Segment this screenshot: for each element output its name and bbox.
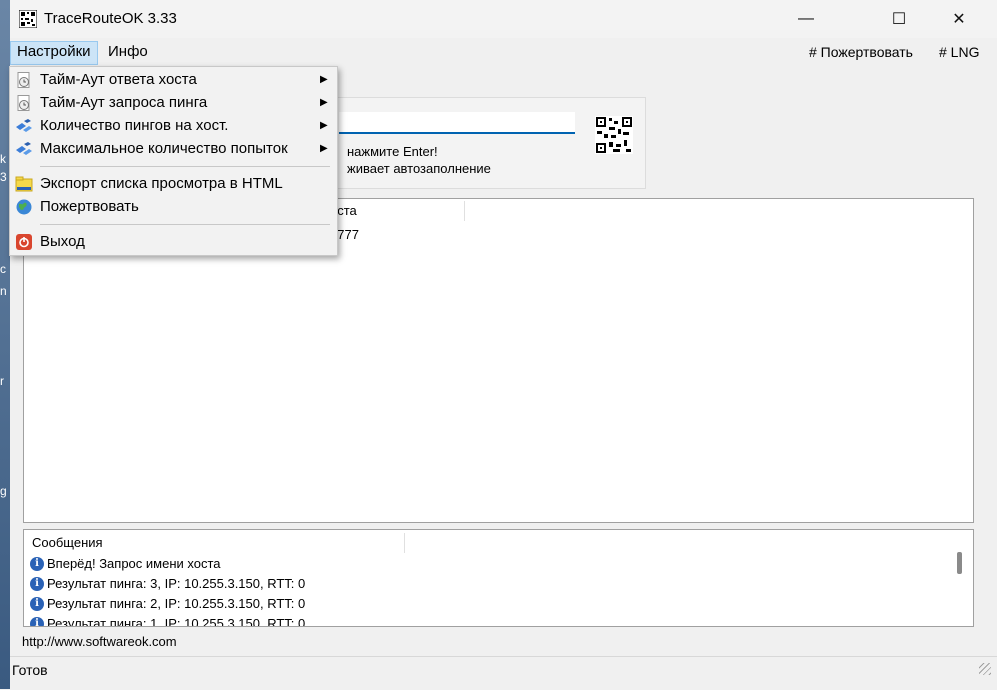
menu-item-pings-per-host[interactable]: Количество пингов на хост. ▶ [10, 115, 337, 137]
info-icon: i [30, 557, 44, 571]
message-text: Результат пинга: 3, IP: 10.255.3.150, RT… [47, 576, 306, 591]
menu-item-label: Пожертвовать [40, 198, 139, 215]
qr-code-icon[interactable] [595, 116, 633, 154]
language-link[interactable]: # LNG [939, 41, 979, 63]
power-icon [16, 234, 32, 250]
status-text: Готов [12, 662, 48, 678]
network-icon [16, 142, 32, 155]
message-text: Результат пинга: 2, IP: 10.255.3.150, RT… [47, 596, 306, 611]
menu-item-label: Тайм-Аут ответа хоста [40, 71, 197, 88]
message-row[interactable]: i Результат пинга: 1, IP: 10.255.3.150, R… [30, 614, 306, 627]
menu-item-host-timeout[interactable]: Тайм-Аут ответа хоста ▶ [10, 69, 337, 91]
info-icon: i [30, 617, 44, 626]
close-icon: ✕ [952, 11, 966, 28]
submenu-arrow-icon: ▶ [320, 74, 328, 85]
menu-item-label: Выход [40, 233, 85, 250]
messages-panel[interactable]: Сообщения i Вперёд! Запрос имени хоста iР… [23, 529, 974, 627]
message-text: Результат пинга: 1, IP: 10.255.3.150, RT… [47, 616, 306, 627]
title-bar[interactable]: TraceRouteOK 3.33 — ☐ ✕ [10, 0, 997, 38]
resize-grip[interactable] [979, 663, 991, 675]
menu-item-label: Количество пингов на хост. [40, 117, 229, 134]
host-input[interactable] [339, 112, 575, 134]
settings-dropdown-menu: Тайм-Аут ответа хоста ▶ Тайм-Аут запроса… [9, 66, 338, 256]
menu-separator [40, 166, 330, 167]
menu-item-label: Экспорт списка просмотра в HTML [40, 175, 283, 192]
submenu-arrow-icon: ▶ [320, 143, 328, 154]
globe-icon [16, 199, 32, 215]
submenu-arrow-icon: ▶ [320, 120, 328, 131]
minimize-button[interactable]: — [783, 0, 829, 38]
messages-scrollbar-thumb[interactable] [957, 552, 962, 574]
desktop-edge-text: g [0, 484, 7, 498]
desktop-edge-text: k [0, 152, 6, 166]
column-divider[interactable] [464, 201, 465, 221]
maximize-icon: ☐ [891, 11, 907, 28]
input-hint-line-2: живает автозаполнение [347, 161, 491, 176]
menu-separator [40, 224, 330, 225]
submenu-arrow-icon: ▶ [320, 97, 328, 108]
menu-item-exit[interactable]: Выход [10, 231, 337, 253]
menu-item-donate[interactable]: Пожертвовать [10, 196, 337, 218]
messages-header[interactable]: Сообщения [32, 535, 103, 550]
menu-item-label: Тайм-Аут запроса пинга [40, 94, 208, 111]
close-button[interactable]: ✕ [936, 0, 982, 38]
message-row[interactable]: i Результат пинга: 2, IP: 10.255.3.150, R… [30, 594, 305, 614]
menu-bar: Настройки Инфо # Пожертвовать # LNG [10, 38, 997, 65]
network-icon [16, 119, 32, 132]
message-text: Вперёд! Запрос имени хоста [47, 556, 221, 571]
desktop-edge-text: r [0, 374, 4, 388]
menu-item-label: Максимальное количество попыток [40, 140, 288, 157]
minimize-icon: — [798, 10, 814, 27]
website-link[interactable]: http://www.softwareok.com [22, 634, 177, 649]
menu-settings[interactable]: Настройки [10, 41, 98, 65]
window-title: TraceRouteOK 3.33 [44, 10, 177, 27]
maximize-button[interactable]: ☐ [876, 0, 922, 38]
desktop-edge-text: c [0, 262, 6, 276]
column-divider[interactable] [404, 533, 405, 553]
info-icon: i [30, 597, 44, 611]
menu-item-export-html[interactable]: Экспорт списка просмотра в HTML [10, 173, 337, 195]
input-hint-line-1: нажмите Enter! [347, 144, 438, 159]
menu-item-ping-timeout[interactable]: Тайм-Аут запроса пинга ▶ [10, 92, 337, 114]
clock-page-icon [17, 95, 30, 111]
desktop-edge-text: n [0, 284, 7, 298]
app-icon [19, 10, 37, 28]
menu-info[interactable]: Инфо [102, 41, 154, 63]
desktop-edge-text: 3 [0, 170, 7, 184]
clock-page-icon [17, 72, 30, 88]
menu-item-max-attempts[interactable]: Максимальное количество попыток ▶ [10, 138, 337, 160]
status-bar: Готов [10, 656, 997, 690]
donate-link[interactable]: # Пожертвовать [809, 41, 913, 63]
message-row[interactable]: i Вперёд! Запрос имени хоста [30, 554, 221, 574]
folder-export-icon [15, 176, 33, 192]
info-icon: i [30, 577, 44, 591]
message-row[interactable]: i Результат пинга: 3, IP: 10.255.3.150, R… [30, 574, 305, 594]
